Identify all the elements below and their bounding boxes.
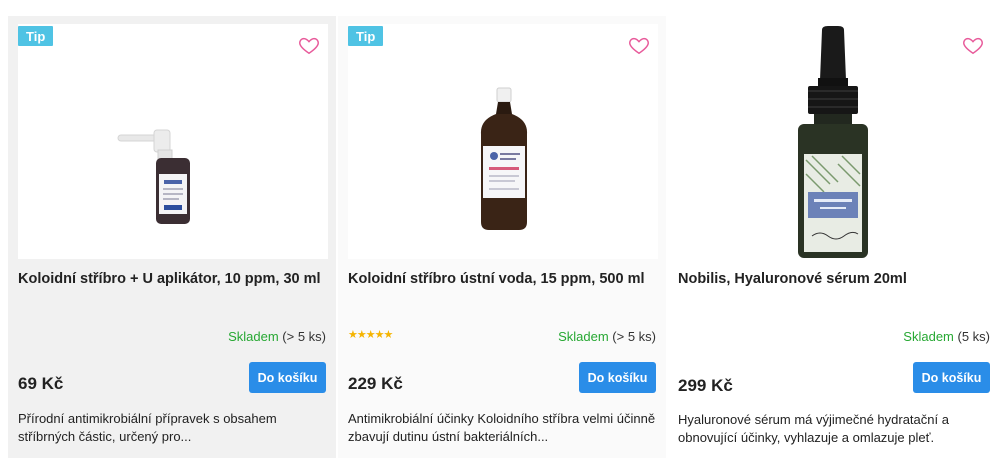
heart-icon[interactable] — [962, 34, 984, 56]
product-title[interactable]: Koloidní stříbro + U aplikátor, 10 ppm, … — [18, 270, 328, 288]
tip-badge: Tip — [348, 26, 384, 46]
stock-status: Skladem (5 ks) — [903, 329, 990, 344]
product-price: 299 Kč — [678, 376, 733, 395]
product-description: Hyaluronové sérum má výjimečné hydratačn… — [678, 412, 949, 445]
stock-count: (5 ks) — [957, 329, 991, 344]
stock-status: Skladem (> 5 ks) — [558, 329, 656, 344]
stock-status: Skladem (> 5 ks) — [228, 329, 326, 344]
product-image[interactable] — [18, 24, 328, 259]
product-title[interactable]: Nobilis, Hyaluronové sérum 20ml — [678, 270, 988, 288]
serum-dropper-image — [798, 26, 868, 258]
product-card[interactable]: Nobilis, Hyaluronové sérum 20ml Skladem … — [668, 16, 1000, 458]
add-to-cart-button[interactable]: Do košíku — [913, 362, 990, 393]
product-card[interactable]: Tip Koloidní stříbro ústní voda, 15 ppm,… — [338, 16, 666, 458]
product-card[interactable]: Tip Koloidní stříbro + U aplikátor, 10 p… — [8, 16, 336, 458]
stock-label: Skladem — [228, 329, 279, 344]
rating-stars: ★★★★★ — [348, 329, 393, 341]
add-to-cart-button[interactable]: Do košíku — [249, 362, 326, 393]
product-description: Antimikrobiální účinky Koloidního stříbr… — [348, 411, 656, 444]
stock-label: Skladem — [903, 329, 954, 344]
heart-icon[interactable] — [628, 34, 650, 56]
product-description: Přírodní antimikrobiální přípravek s obs… — [18, 411, 277, 444]
add-to-cart-button[interactable]: Do košíku — [579, 362, 656, 393]
product-price: 69 Kč — [18, 374, 64, 393]
product-price: 229 Kč — [348, 374, 403, 393]
stock-count: (> 5 ks) — [612, 329, 656, 344]
product-image[interactable] — [678, 24, 988, 259]
product-image[interactable] — [348, 24, 658, 259]
spray-bottle-image — [117, 129, 190, 224]
product-title[interactable]: Koloidní stříbro ústní voda, 15 ppm, 500… — [348, 270, 658, 288]
stock-label: Skladem — [558, 329, 609, 344]
stock-count: (> 5 ks) — [282, 329, 326, 344]
product-grid: Tip Koloidní stříbro + U aplikátor, 10 p… — [0, 0, 1000, 458]
tip-badge: Tip — [18, 26, 54, 46]
heart-icon[interactable] — [298, 34, 320, 56]
bottle-image — [480, 87, 528, 230]
